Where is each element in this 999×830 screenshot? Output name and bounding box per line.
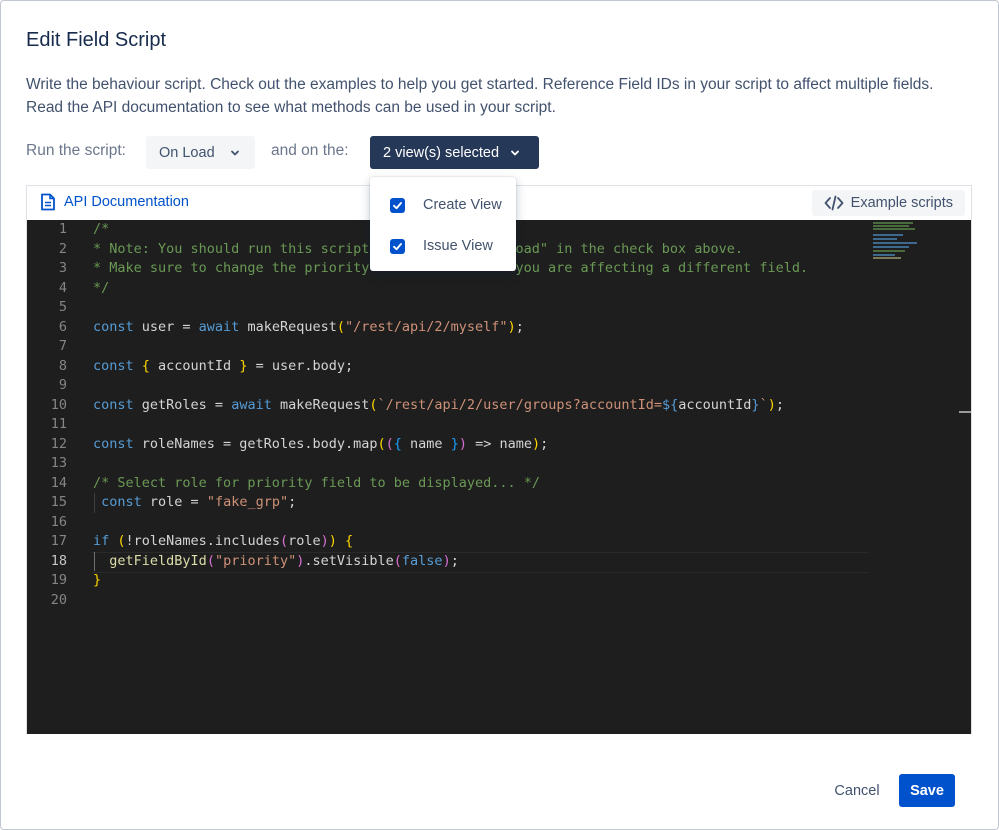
views-dropdown-menu: Create View Issue View xyxy=(370,177,516,271)
line-number: 19 xyxy=(50,572,67,588)
code-minimap[interactable] xyxy=(873,220,943,260)
code-line: const { accountId } = user.body; xyxy=(93,357,354,374)
scroll-cursor-marker xyxy=(959,411,971,413)
view-option-create[interactable]: Create View xyxy=(390,195,502,215)
line-number: 6 xyxy=(58,318,67,335)
example-scripts-label: Example scripts xyxy=(850,195,953,211)
editor-vertical-scrollbar[interactable] xyxy=(957,220,971,734)
line-number: 17 xyxy=(50,533,67,549)
dialog-title: Edit Field Script xyxy=(26,29,167,51)
edit-field-script-dialog: Edit Field Script Write the behaviour sc… xyxy=(0,0,999,830)
code-line: const roleNames = getRoles.body.map(({ n… xyxy=(93,435,549,452)
view-option-label: Issue View xyxy=(423,238,493,254)
trigger-dropdown[interactable]: On Load xyxy=(146,136,255,169)
views-dropdown[interactable]: 2 view(s) selected xyxy=(370,136,539,169)
line-number: 1 xyxy=(58,221,67,237)
line-number: 3 xyxy=(58,260,67,276)
code-line: const user = await makeRequest("/rest/ap… xyxy=(93,318,524,335)
line-number: 16 xyxy=(50,513,67,530)
run-settings-row: Run the script: On Load and on the: 2 vi… xyxy=(26,135,626,169)
code-line: if (!roleNames.includes(role)) { xyxy=(93,533,354,549)
code-line: const role = "fake_grp"; xyxy=(93,493,883,513)
trigger-dropdown-value: On Load xyxy=(159,144,215,161)
line-number: 14 xyxy=(50,474,67,491)
line-number: 10 xyxy=(50,396,67,413)
views-dropdown-value: 2 view(s) selected xyxy=(383,144,500,161)
save-button[interactable]: Save xyxy=(899,774,955,807)
line-number: 13 xyxy=(50,455,67,471)
chevron-down-icon xyxy=(230,150,239,155)
cancel-button[interactable]: Cancel xyxy=(823,774,891,807)
checkbox-checked-icon[interactable] xyxy=(390,197,405,213)
api-documentation-label: API Documentation xyxy=(64,194,189,210)
line-number: 20 xyxy=(50,591,67,608)
view-option-label: Create View xyxy=(423,197,502,213)
code-line-active: getFieldById("priority").setVisible(fals… xyxy=(91,551,883,573)
line-number: 5 xyxy=(58,299,67,315)
code-line: /* Select role for priority field to be … xyxy=(93,474,541,491)
line-number: 7 xyxy=(58,338,67,354)
code-line: } xyxy=(93,572,102,588)
code-line: const getRoles = await makeRequest(`/res… xyxy=(93,396,784,413)
code-editor-area[interactable]: 1 2 3 4 5 6 7 8 9 10 11 12 13 14 15 16 17 18 19 20 /* * Not… xyxy=(27,220,971,734)
code-icon xyxy=(824,195,844,211)
code-line: */ xyxy=(93,279,110,296)
views-label: and on the: xyxy=(271,142,349,159)
line-number: 4 xyxy=(58,279,67,296)
api-documentation-link[interactable]: API Documentation xyxy=(40,193,189,211)
line-number: 12 xyxy=(50,435,67,452)
example-scripts-button[interactable]: Example scripts xyxy=(811,190,965,216)
code-lines: /* * Note: You should run this script oa… xyxy=(91,220,883,611)
view-option-issue[interactable]: Issue View xyxy=(390,236,493,256)
line-number-gutter: 1 2 3 4 5 6 7 8 9 10 11 12 13 14 15 16 17 18 19 20 xyxy=(27,220,75,610)
dialog-description: Write the behaviour script. Check out th… xyxy=(26,76,934,116)
line-number: 2 xyxy=(58,240,67,257)
line-number: 9 xyxy=(58,377,67,393)
chevron-down-icon xyxy=(511,150,519,155)
line-number: 18 xyxy=(50,552,67,569)
line-number: 8 xyxy=(58,357,67,374)
line-number: 11 xyxy=(50,416,67,432)
document-icon xyxy=(41,193,55,211)
run-script-label: Run the script: xyxy=(26,142,126,159)
checkbox-checked-icon[interactable] xyxy=(390,238,405,254)
line-number: 15 xyxy=(50,494,67,510)
